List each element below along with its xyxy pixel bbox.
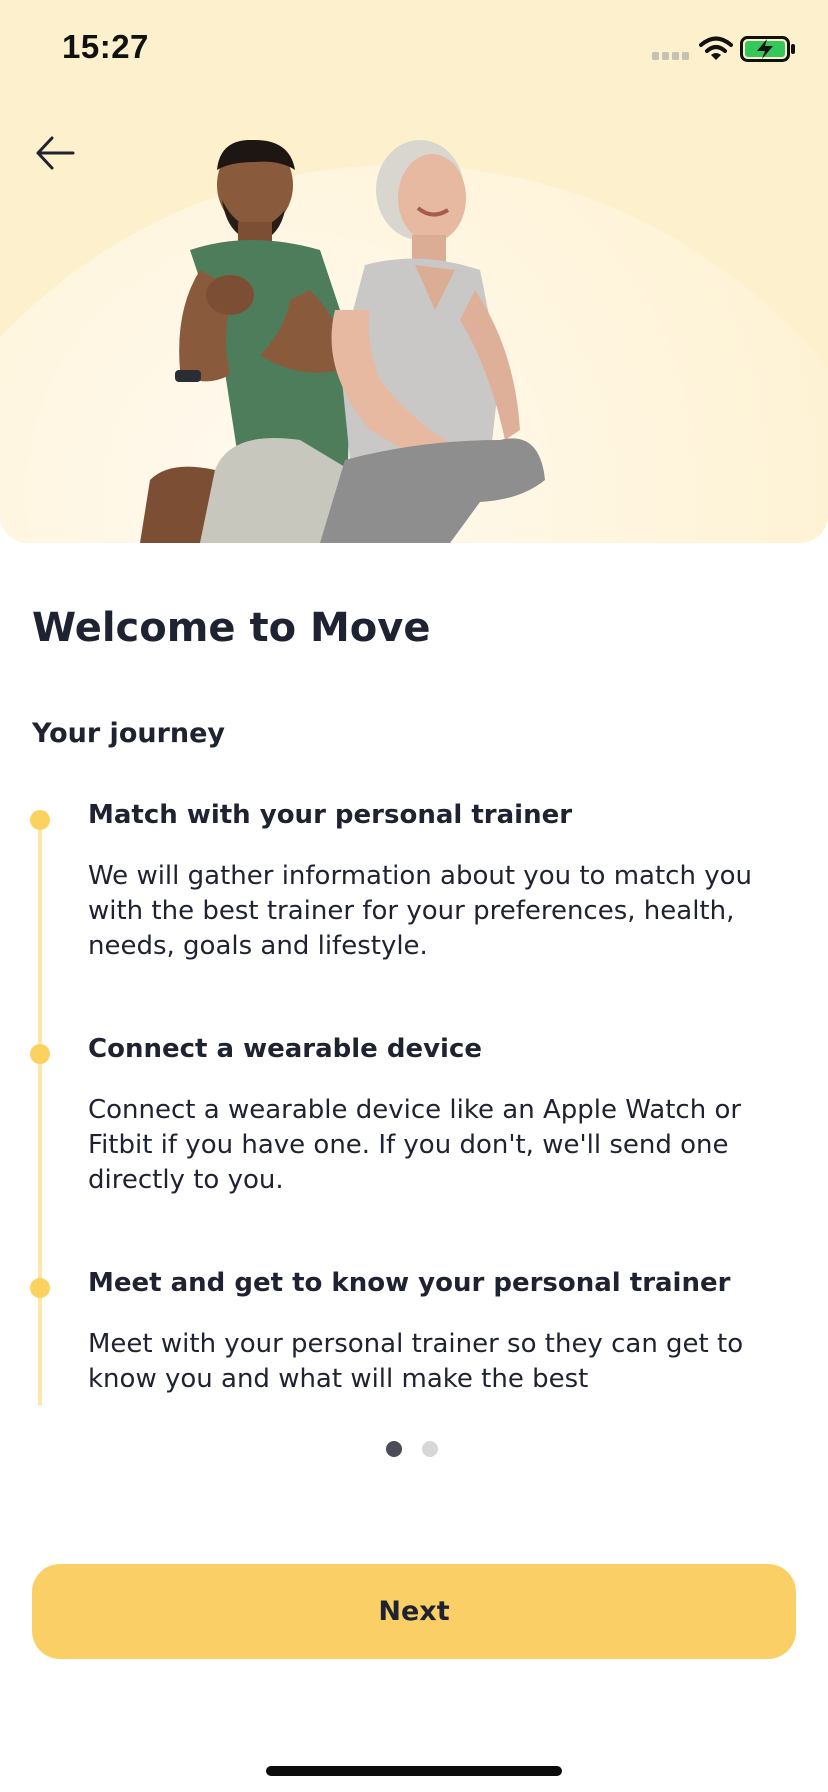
- step-title: Match with your personal trainer: [88, 800, 573, 830]
- step-title: Connect a wearable device: [88, 1034, 483, 1064]
- page-title: Welcome to Move: [32, 605, 431, 651]
- step-description: Connect a wearable device like an Apple …: [88, 1095, 742, 1195]
- timeline-dot: [30, 1044, 50, 1064]
- signal-icon: [652, 52, 689, 60]
- wifi-icon: [699, 36, 733, 60]
- page-dot[interactable]: [422, 1441, 438, 1457]
- battery-charging-icon: [740, 36, 795, 62]
- section-title: Your journey: [32, 718, 226, 749]
- hero-photo: [140, 140, 545, 543]
- journey-timeline[interactable]: Match with your personal trainer We will…: [0, 800, 828, 1405]
- page-indicator: [386, 1441, 438, 1459]
- arrow-left-icon: [36, 136, 75, 170]
- status-bar: 15:27: [0, 0, 828, 100]
- step-description: We will gather information about you to …: [88, 861, 752, 961]
- timeline-dot: [30, 1278, 50, 1298]
- page-dot-active[interactable]: [386, 1441, 402, 1457]
- timeline-dot: [30, 810, 50, 830]
- status-time: 15:27: [62, 28, 149, 65]
- step-description: Meet with your personal trainer so they …: [88, 1329, 744, 1394]
- timeline-line: [38, 820, 42, 1405]
- back-button[interactable]: [30, 128, 80, 178]
- next-button[interactable]: Next: [32, 1564, 796, 1659]
- step-title: Meet and get to know your personal train…: [88, 1268, 731, 1298]
- home-indicator: [266, 1766, 562, 1776]
